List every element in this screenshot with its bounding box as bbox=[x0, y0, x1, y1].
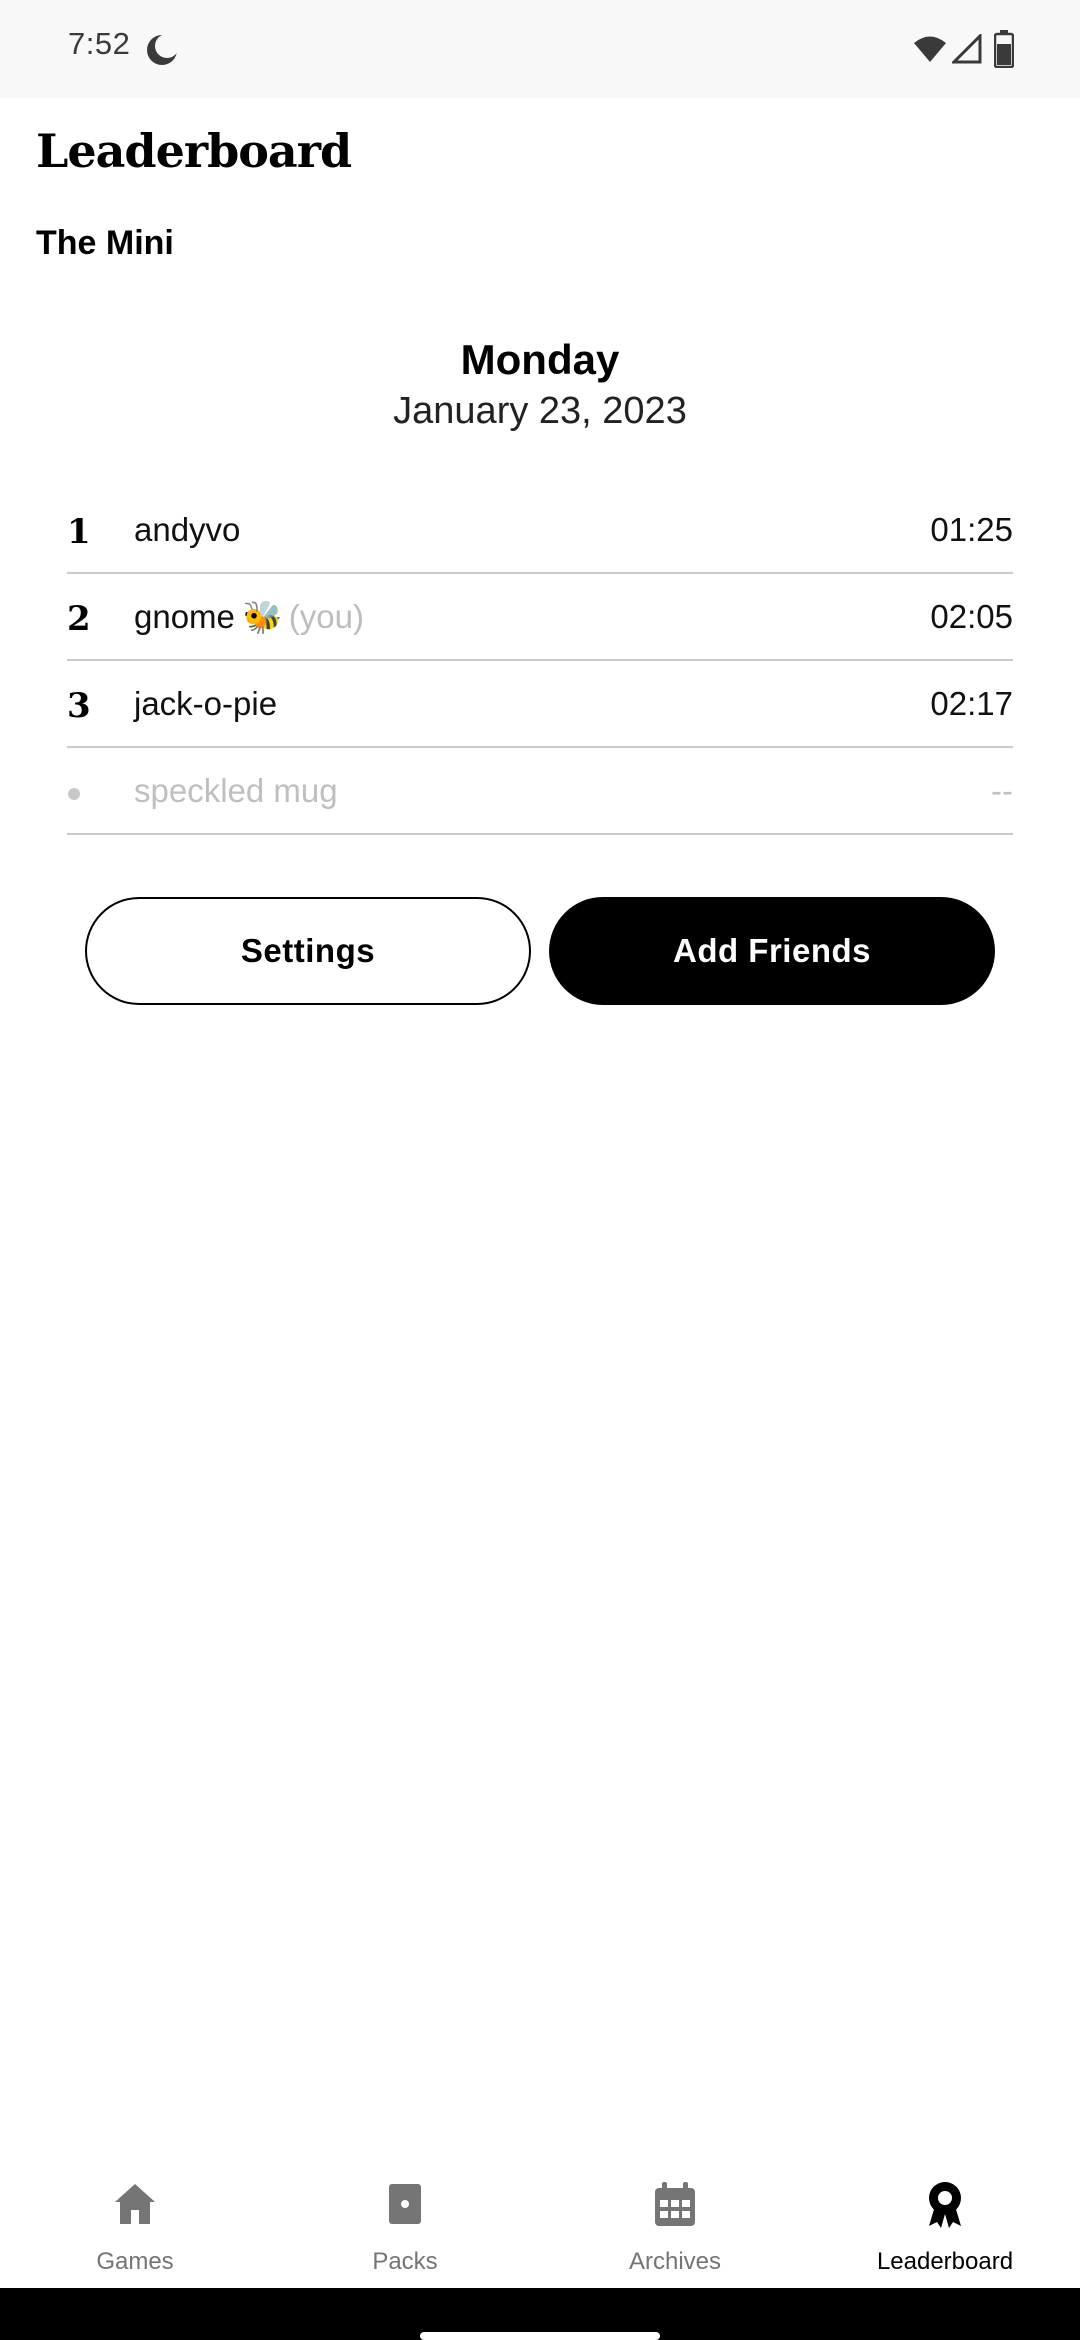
unranked-dot bbox=[68, 788, 80, 800]
signal-icon bbox=[952, 34, 982, 64]
page-title: Leaderboard bbox=[36, 124, 352, 178]
nav-label: Packs bbox=[372, 2248, 438, 2275]
nav-label: Archives bbox=[628, 2248, 722, 2275]
game-subtitle: The Mini bbox=[36, 224, 174, 262]
leaderboard-row: 2 gnome 🐝 (you) 02:05 bbox=[67, 574, 1013, 661]
calendar-icon bbox=[655, 2182, 695, 2226]
do-not-disturb-icon bbox=[147, 34, 179, 65]
add-friends-button[interactable]: Add Friends bbox=[549, 897, 995, 1005]
solve-time: -- bbox=[991, 772, 1013, 809]
solve-time: 02:17 bbox=[930, 685, 1013, 722]
leaderboard-row: 3 jack-o-pie 02:17 bbox=[67, 661, 1013, 748]
solve-time: 02:05 bbox=[930, 598, 1013, 635]
pack-icon bbox=[389, 2184, 421, 2224]
nav-item-games[interactable]: Games bbox=[0, 2166, 270, 2288]
player-name: andyvo bbox=[134, 511, 241, 548]
nav-item-packs[interactable]: Packs bbox=[270, 2166, 540, 2288]
solve-time: 01:25 bbox=[930, 511, 1013, 548]
date-label: January 23, 2023 bbox=[393, 390, 687, 432]
nav-item-leaderboard[interactable]: Leaderboard bbox=[810, 2166, 1080, 2288]
add-friends-button-label: Add Friends bbox=[672, 932, 871, 969]
status-bar: 7:52 bbox=[0, 0, 1080, 98]
settings-button[interactable]: Settings bbox=[85, 897, 531, 1005]
player-name: gnome bbox=[134, 598, 235, 635]
ribbon-icon bbox=[929, 2182, 961, 2228]
leaderboard-row: 1 andyvo 01:25 bbox=[67, 487, 1013, 574]
bee-emoji: 🐝 bbox=[242, 599, 283, 635]
status-time: 7:52 bbox=[68, 26, 131, 61]
player-name-container: gnome 🐝 (you) bbox=[134, 598, 364, 636]
player-name: jack-o-pie bbox=[134, 685, 278, 722]
nav-label: Games bbox=[96, 2248, 174, 2275]
battery-icon bbox=[994, 30, 1014, 68]
rank-number: 3 bbox=[67, 686, 91, 726]
bottom-navigation: Games Packs Archives Leaderboard bbox=[0, 2166, 1080, 2288]
nav-item-archives[interactable]: Archives bbox=[540, 2166, 810, 2288]
leaderboard-row: speckled mug -- bbox=[67, 748, 1013, 835]
you-tag: (you) bbox=[288, 598, 364, 635]
home-icon bbox=[115, 2184, 155, 2224]
rank-number: 2 bbox=[67, 599, 91, 639]
settings-button-label: Settings bbox=[240, 932, 376, 969]
rank-number: 1 bbox=[67, 512, 91, 552]
wifi-icon bbox=[914, 36, 946, 62]
home-gesture-bar[interactable] bbox=[420, 2332, 660, 2340]
nav-label: Leaderboard bbox=[876, 2248, 1014, 2275]
leaderboard-list: 1 andyvo 01:25 2 gnome 🐝 (you) 02:05 3 jac… bbox=[67, 487, 1013, 835]
day-label: Monday bbox=[460, 336, 620, 383]
player-name: speckled mug bbox=[134, 772, 338, 809]
